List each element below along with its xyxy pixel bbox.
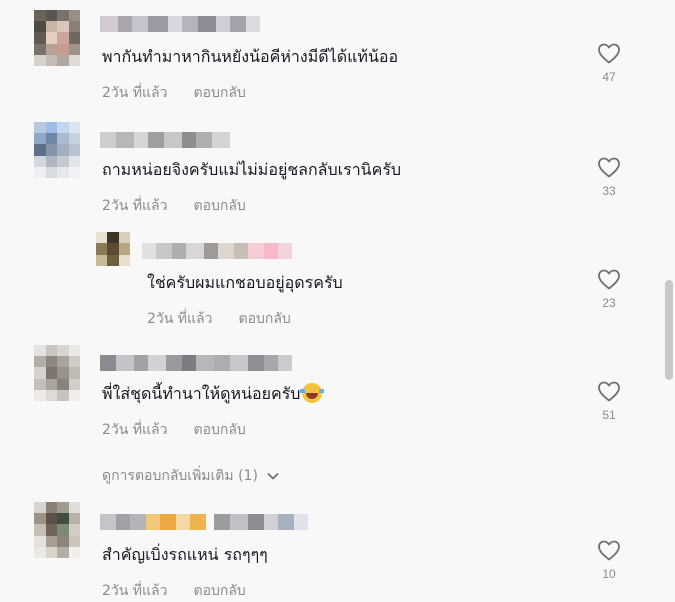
reply-button[interactable]: ตอบกลับ [193, 82, 245, 104]
view-more-replies-button[interactable]: ดูการตอบกลับเพิ่มเติม (1) [102, 465, 280, 487]
comment-text: ถามหน่อยจิงครับแม่ไม่ม่อยู่ชลกลับเรานิคร… [102, 160, 402, 179]
heart-outline-icon [598, 540, 620, 561]
comment-item: ถามหน่อยจิงครับแม่ไม่ม่อยู่ชลกลับเรานิคร… [0, 110, 660, 222]
like-count: 51 [602, 408, 616, 422]
comment-time: 2วัน ที่แล้ว [102, 583, 168, 599]
comment-item: สำคัญเบิ่งรถแหน่ รถๆๆๆ 2วัน ที่แล้ว ตอบก… [0, 492, 660, 599]
username-blurred[interactable] [100, 16, 260, 32]
comment-meta: 2วัน ที่แล้ว ตอบกลับ [102, 82, 246, 104]
reply-button[interactable]: ตอบกลับ [193, 580, 245, 602]
like-count: 33 [602, 184, 616, 198]
username-blurred[interactable] [100, 355, 292, 371]
rolling-on-floor-laughing-emoji [300, 383, 325, 403]
comment-text: สำคัญเบิ่งรถแหน่ รถๆๆๆ [102, 545, 268, 564]
comment-time: 2วัน ที่แล้ว [147, 311, 213, 327]
reply-button[interactable]: ตอบกลับ [238, 308, 290, 330]
avatar[interactable] [34, 502, 80, 558]
comment-time: 2วัน ที่แล้ว [102, 422, 168, 438]
avatar[interactable] [34, 122, 80, 178]
like-button[interactable]: 23 [589, 268, 629, 310]
heart-outline-icon [598, 269, 620, 290]
username-blurred[interactable] [100, 514, 308, 530]
comment-text: พี่ใส่ชุดนี้ทำนาให้ดูหน่อยครับ [102, 383, 325, 405]
avatar[interactable] [96, 232, 130, 266]
reply-button[interactable]: ตอบกลับ [193, 419, 245, 441]
avatar[interactable] [34, 345, 80, 401]
view-more-replies-label: ดูการตอบกลับเพิ่มเติม (1) [102, 468, 258, 484]
comment-meta: 2วัน ที่แล้ว ตอบกลับ [102, 419, 246, 441]
comment-time: 2วัน ที่แล้ว [102, 198, 168, 214]
comment-meta: 2วัน ที่แล้ว ตอบกลับ [102, 195, 246, 217]
comment-item: พากันทำมาหากินหยังน้อคีห่างมีดีได้แท้น้อ… [0, 0, 660, 110]
heart-outline-icon [598, 381, 620, 402]
scrollbar-thumb[interactable] [665, 280, 673, 380]
avatar[interactable] [34, 10, 80, 66]
like-button[interactable]: 51 [589, 380, 629, 422]
like-count: 10 [602, 567, 616, 581]
heart-outline-icon [598, 157, 620, 178]
scrollbar[interactable] [662, 0, 675, 597]
like-button[interactable]: 47 [589, 42, 629, 84]
comment-time: 2วัน ที่แล้ว [102, 85, 168, 101]
comment-text-content: พี่ใส่ชุดนี้ทำนาให้ดูหน่อยครับ [102, 384, 301, 403]
heart-outline-icon [598, 43, 620, 64]
comment-meta: 2วัน ที่แล้ว ตอบกลับ [102, 580, 246, 602]
comment-text: พากันทำมาหากินหยังน้อคีห่างมีดีได้แท้น้อ… [102, 47, 399, 66]
comment-item: พี่ใส่ชุดนี้ทำนาให้ดูหน่อยครับ 2วัน ที่แ… [0, 335, 660, 445]
like-count: 23 [602, 296, 616, 310]
chevron-down-icon [267, 473, 279, 480]
comment-text: ใช่ครับผมแกชอบอยู่อุดรครับ [147, 273, 343, 292]
username-blurred[interactable] [142, 243, 292, 259]
like-button[interactable]: 33 [589, 156, 629, 198]
like-count: 47 [602, 70, 616, 84]
like-button[interactable]: 10 [589, 539, 629, 581]
reply-item: ใช่ครับผมแกชอบอยู่อุดรครับ 2วัน ที่แล้ว … [0, 222, 660, 332]
reply-button[interactable]: ตอบกลับ [193, 195, 245, 217]
comment-meta: 2วัน ที่แล้ว ตอบกลับ [147, 308, 291, 330]
username-blurred[interactable] [100, 132, 230, 148]
